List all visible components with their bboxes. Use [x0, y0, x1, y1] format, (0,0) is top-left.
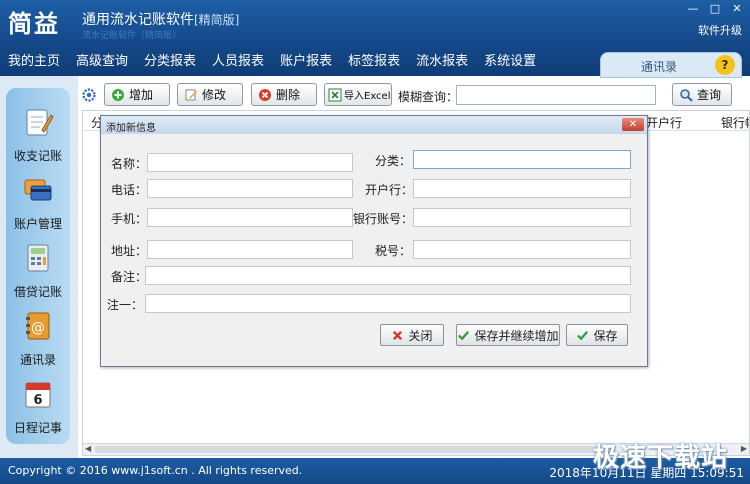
close-window-button[interactable]: ✕: [730, 2, 744, 15]
dialog-close-icon[interactable]: ✕: [622, 118, 644, 131]
address-label: 地址：: [111, 244, 148, 258]
sidebar-item-loans[interactable]: 借贷记账: [6, 242, 70, 300]
menu-flow-report[interactable]: 流水报表: [416, 50, 468, 69]
menu-advanced-search[interactable]: 高级查询: [76, 50, 128, 69]
edit-pencil-icon: [185, 89, 197, 100]
note1-field[interactable]: [145, 294, 631, 313]
sidebar-item-schedule[interactable]: 6 日程记事: [6, 378, 70, 436]
search-button-label: 查询: [697, 88, 722, 102]
sidebar-item-bookkeeping[interactable]: 收支记账: [6, 106, 70, 164]
import-excel-label: 导入Excel: [344, 91, 391, 102]
search-button[interactable]: 查询: [672, 83, 732, 106]
sidebar-item-contacts[interactable]: @ 通讯录: [6, 310, 70, 368]
address-book-icon: @: [26, 312, 50, 340]
app-logo: 简益: [8, 9, 60, 38]
plus-circle-icon: [112, 88, 124, 101]
account-label: 银行账号：: [353, 212, 414, 226]
menu-account-report[interactable]: 账户报表: [280, 50, 332, 69]
import-excel-button[interactable]: 导入Excel: [324, 83, 392, 106]
toolbar: 增加 修改 删除 导入Excel 模糊查询： 查询: [78, 80, 750, 110]
save-button[interactable]: 保存: [566, 324, 628, 346]
svg-text:@: @: [31, 320, 45, 336]
mobile-field[interactable]: [147, 208, 353, 227]
search-icon: [680, 88, 693, 102]
dialog-close-label: 关闭: [408, 328, 433, 343]
window-controls: — □ ✕: [686, 2, 744, 15]
tax-field[interactable]: [413, 240, 631, 259]
scrollbar-thumb[interactable]: [95, 446, 615, 453]
menu-person-report[interactable]: 人员报表: [212, 50, 264, 69]
svg-text:6: 6: [33, 393, 42, 408]
add-info-dialog: 添加新信息 ✕ 名称： 分类： 电话： 开户行： 手机： 银行账号： 地址： 税…: [100, 115, 648, 367]
help-icon[interactable]: ?: [715, 55, 735, 75]
mobile-label: 手机：: [111, 212, 148, 226]
note1-label: 注一：: [107, 298, 144, 312]
menu-category-report[interactable]: 分类报表: [144, 50, 196, 69]
delete-x-icon: [259, 88, 271, 101]
menu-settings[interactable]: 系统设置: [484, 50, 536, 69]
save-label: 保存: [593, 328, 618, 343]
bank-field[interactable]: [413, 179, 631, 198]
name-label: 名称：: [111, 157, 148, 171]
tab-contacts-label: 通讯录: [641, 60, 678, 74]
calculator-icon: [27, 244, 49, 272]
maximize-button[interactable]: □: [708, 2, 722, 15]
column-header[interactable]: 银行帐: [721, 114, 749, 131]
tax-label: 税号：: [375, 244, 412, 258]
menu-home[interactable]: 我的主页: [8, 50, 60, 69]
credit-cards-icon: [24, 179, 52, 201]
save-continue-button[interactable]: 保存并继续增加: [456, 324, 560, 346]
sidebar-item-label: 通讯录: [19, 353, 56, 367]
save-continue-label: 保存并继续增加: [474, 328, 559, 343]
dialog-title-bar: 添加新信息 ✕: [101, 116, 647, 134]
copyright-text: Copyright © 2016 www.j1soft.cn . All rig…: [8, 464, 303, 477]
sidebar: 收支记账 账户管理 借贷记账 @ 通讯录 6 日程记事: [6, 88, 70, 444]
phone-field[interactable]: [147, 179, 353, 198]
watermark-text: 极速下载站: [592, 443, 728, 473]
name-field[interactable]: [147, 153, 353, 172]
tab-contacts[interactable]: 通讯录 ?: [600, 52, 742, 78]
app-subtitle-ghost: 流水记账软件（精简版）: [82, 31, 182, 41]
category-field[interactable]: [413, 150, 631, 169]
checkmark-icon: [577, 330, 589, 340]
app-title: 通用流水记账软件[精简版]: [82, 9, 239, 29]
checkmark-icon: [458, 330, 470, 340]
gear-icon[interactable]: [81, 87, 97, 103]
scroll-left-icon[interactable]: ◀: [85, 444, 91, 453]
account-field[interactable]: [413, 208, 631, 227]
minimize-button[interactable]: —: [686, 2, 700, 15]
category-label: 分类：: [375, 154, 412, 168]
menu-tag-report[interactable]: 标签报表: [348, 50, 400, 69]
add-button[interactable]: 增加: [104, 83, 170, 106]
notepad-pencil-icon: [26, 109, 54, 136]
dialog-close-button[interactable]: 关闭: [380, 324, 444, 346]
phone-label: 电话：: [111, 183, 148, 197]
calendar-icon: 6: [25, 382, 51, 408]
excel-icon: [328, 88, 342, 101]
search-label: 模糊查询：: [398, 90, 459, 104]
dialog-title: 添加新信息: [106, 123, 156, 134]
address-field[interactable]: [147, 240, 353, 259]
title-bar: 简益 通用流水记账软件[精简版] 流水记账软件（精简版） — □ ✕ 软件升级: [0, 0, 750, 42]
edit-button[interactable]: 修改: [177, 83, 243, 106]
sidebar-item-label: 账户管理: [13, 217, 62, 231]
remark-label: 备注：: [111, 270, 148, 284]
sidebar-item-accounts[interactable]: 账户管理: [6, 174, 70, 232]
upgrade-link[interactable]: 软件升级: [698, 22, 742, 38]
sidebar-item-label: 日程记事: [13, 421, 62, 435]
sidebar-item-label: 收支记账: [13, 149, 62, 163]
app-edition: [精简版]: [194, 13, 240, 27]
delete-button[interactable]: 删除: [251, 83, 317, 106]
add-button-label: 增加: [129, 88, 154, 102]
sidebar-item-label: 借贷记账: [13, 285, 62, 299]
scroll-right-icon[interactable]: ▶: [741, 444, 747, 453]
app-title-text: 通用流水记账软件: [82, 12, 194, 28]
remark-field[interactable]: [145, 266, 631, 285]
close-x-icon: [393, 330, 403, 340]
delete-button-label: 删除: [276, 88, 301, 102]
search-input[interactable]: [456, 85, 656, 105]
column-header[interactable]: 开户行: [646, 114, 682, 131]
bank-label: 开户行：: [365, 183, 414, 197]
edit-button-label: 修改: [202, 88, 227, 102]
